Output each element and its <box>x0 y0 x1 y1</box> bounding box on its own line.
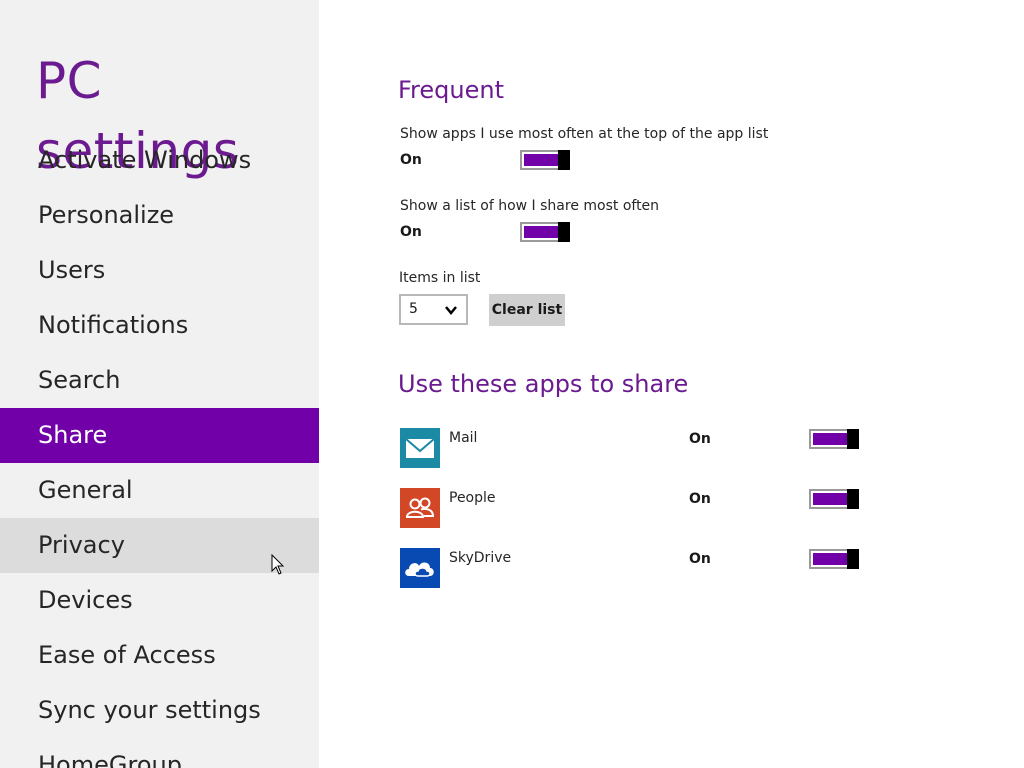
people-icon <box>405 497 435 518</box>
skydrive-app-state: On <box>689 551 711 567</box>
sidebar-item-sync-your-settings[interactable]: Sync your settings <box>0 683 319 738</box>
sidebar-nav: Activate Windows Personalize Users Notif… <box>0 133 319 768</box>
toggle-thumb <box>558 150 570 170</box>
mouse-cursor-icon <box>271 554 285 575</box>
mail-icon <box>405 438 435 458</box>
show-top-apps-toggle[interactable] <box>520 150 570 170</box>
sidebar-item-personalize[interactable]: Personalize <box>0 188 319 243</box>
share-apps-heading: Use these apps to share <box>398 370 689 398</box>
people-app-tile <box>400 488 440 528</box>
sidebar-item-general[interactable]: General <box>0 463 319 518</box>
items-in-list-dropdown[interactable]: 5 <box>399 294 468 325</box>
toggle-thumb <box>558 222 570 242</box>
sidebar-item-notifications[interactable]: Notifications <box>0 298 319 353</box>
toggle-fill <box>524 154 558 166</box>
show-share-list-label: Show a list of how I share most often <box>400 198 660 214</box>
show-share-list-state: On <box>400 224 422 240</box>
show-top-apps-label: Show apps I use most often at the top of… <box>400 126 769 142</box>
sidebar-item-users[interactable]: Users <box>0 243 319 298</box>
sidebar-item-activate-windows[interactable]: Activate Windows <box>0 133 319 188</box>
mail-app-name: Mail <box>449 430 478 446</box>
toggle-fill <box>524 226 558 238</box>
people-app-name: People <box>449 490 496 506</box>
sidebar-item-ease-of-access[interactable]: Ease of Access <box>0 628 319 683</box>
toggle-thumb <box>847 429 859 449</box>
toggle-thumb <box>847 489 859 509</box>
toggle-thumb <box>847 549 859 569</box>
sidebar: PC settings Activate Windows Personalize… <box>0 0 319 768</box>
frequent-heading: Frequent <box>398 76 504 104</box>
toggle-fill <box>813 433 847 445</box>
clear-list-button[interactable]: Clear list <box>489 294 565 326</box>
skydrive-icon <box>405 562 434 577</box>
mail-app-tile <box>400 428 440 468</box>
skydrive-app-name: SkyDrive <box>449 550 512 566</box>
sidebar-item-search[interactable]: Search <box>0 353 319 408</box>
sidebar-item-homegroup[interactable]: HomeGroup <box>0 738 319 768</box>
sidebar-item-share[interactable]: Share <box>0 408 319 463</box>
share-settings-panel: Frequent Show apps I use most often at t… <box>398 0 998 768</box>
people-app-state: On <box>689 491 711 507</box>
mail-app-state: On <box>689 431 711 447</box>
mail-app-toggle[interactable] <box>809 429 859 449</box>
chevron-down-icon <box>445 306 457 315</box>
skydrive-app-toggle[interactable] <box>809 549 859 569</box>
sidebar-item-devices[interactable]: Devices <box>0 573 319 628</box>
items-in-list-value: 5 <box>409 301 418 317</box>
items-in-list-label: Items in list <box>399 270 481 286</box>
show-top-apps-state: On <box>400 152 422 168</box>
skydrive-app-tile <box>400 548 440 588</box>
people-app-toggle[interactable] <box>809 489 859 509</box>
toggle-fill <box>813 553 847 565</box>
show-share-list-toggle[interactable] <box>520 222 570 242</box>
toggle-fill <box>813 493 847 505</box>
